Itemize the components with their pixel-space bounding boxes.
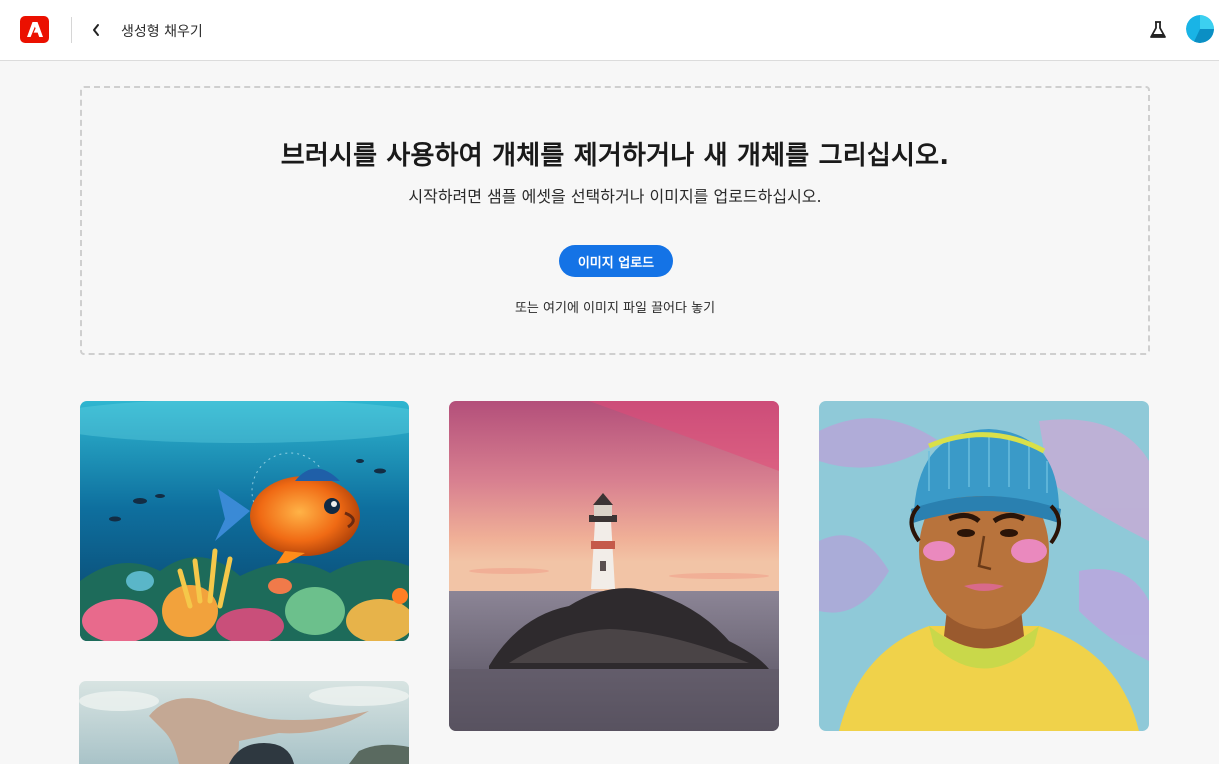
dropzone-subline: 시작하려면 샘플 에셋을 선택하거나 이미지를 업로드하십시오. [408, 187, 822, 206]
user-avatar[interactable] [1186, 15, 1214, 43]
upload-dropzone[interactable]: 브러시를 사용하여 개체를 제거하거나 새 개체를 그리십시오. 시작하려면 샘… [80, 86, 1150, 355]
header-divider [71, 17, 72, 43]
chevron-left-icon[interactable] [86, 19, 106, 41]
dropzone-headline: 브러시를 사용하여 개체를 제거하거나 새 개체를 그리십시오. [280, 141, 950, 171]
flask-icon[interactable] [1146, 18, 1170, 42]
sample-underwater-fish[interactable] [80, 401, 409, 641]
top-bar: 생성형 채우기 [0, 0, 1219, 61]
adobe-logo-icon[interactable] [20, 16, 49, 43]
sample-portrait-beanie[interactable] [819, 401, 1149, 731]
sample-lighthouse-sunset[interactable] [449, 401, 779, 731]
upload-image-button[interactable]: 이미지 업로드 [559, 245, 673, 277]
sample-architecture-building[interactable] [79, 681, 409, 764]
page-title: 생성형 채우기 [121, 24, 203, 40]
drop-hint-text: 또는 여기에 이미지 파일 끌어다 놓기 [514, 301, 716, 316]
